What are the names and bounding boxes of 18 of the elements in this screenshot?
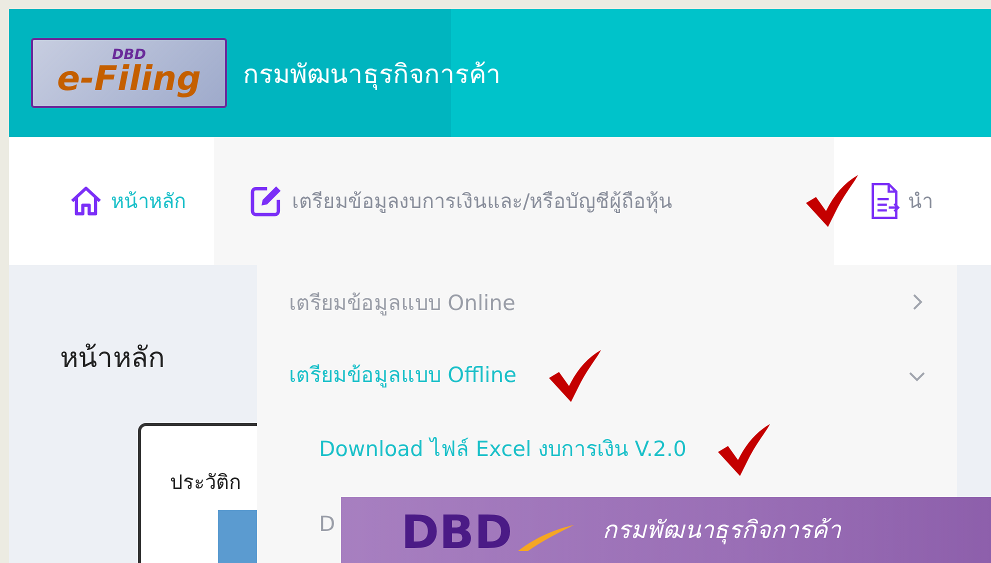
swoosh-icon [516, 523, 576, 553]
banner-title: กรมพัฒนาธุรกิจการค้า [602, 515, 840, 546]
nav-item[interactable]: นำ [860, 137, 943, 265]
submenu-item[interactable]: D [319, 512, 336, 536]
logo-text: e-Filing [57, 62, 201, 98]
banner-logo: DBD [401, 509, 512, 555]
nav-item[interactable]: เตรียมข้อมูลงบการเงินและ/หรือบัญชีผู้ถือหุ้น [214, 137, 834, 265]
card-title: ประวัติก [170, 469, 242, 496]
menu-item[interactable]: เตรียมข้อมูลแบบ Online [289, 286, 516, 318]
nav-item[interactable]: หน้าหลัก [59, 137, 196, 265]
page-heading: หน้าหลัก [60, 340, 165, 376]
document-icon [870, 182, 900, 220]
submenu-item[interactable]: Download ไฟล์ Excel งบการเงิน V.2.0 [319, 422, 772, 478]
menu-item[interactable]: เตรียมข้อมูลแบบ Offline [289, 348, 603, 404]
chart-bar [218, 510, 260, 563]
home-icon [69, 184, 103, 218]
site-title: กรมพัฒนาธุรกิจการค้า [243, 58, 501, 92]
logo-text: DBD [112, 48, 146, 62]
